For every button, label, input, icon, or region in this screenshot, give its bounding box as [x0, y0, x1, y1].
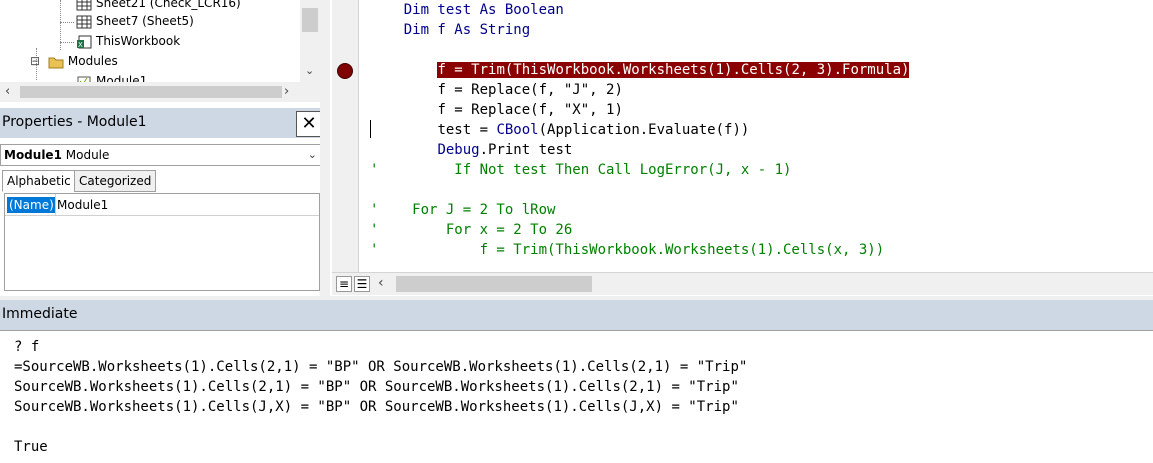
- object-name: Module1: [4, 148, 62, 162]
- code-line[interactable]: Debug.Print test: [370, 140, 572, 160]
- svg-text:X: X: [78, 41, 83, 49]
- code-line[interactable]: f = Replace(f, "J", 2): [370, 80, 623, 100]
- code-token: Dim test As Boolean: [403, 2, 564, 18]
- code-line[interactable]: Dim test As Boolean: [370, 0, 564, 20]
- immediate-line: True: [14, 439, 48, 455]
- tree-item-label: Sheet7 (Sheet5): [96, 14, 194, 28]
- code-token: ' f = Trim(ThisWorkbook.Worksheets(1).Ce…: [370, 242, 885, 258]
- chevron-down-icon[interactable]: ⌄: [305, 64, 314, 77]
- workbook-icon: X: [77, 35, 92, 49]
- code-line[interactable]: ' For J = 2 To lRow: [370, 200, 555, 220]
- tree-item-label: ThisWorkbook: [96, 34, 181, 48]
- code-line[interactable]: test = CBool(Application.Evaluate(f)): [370, 120, 749, 140]
- properties-grid: (Name) Module1: [4, 193, 320, 291]
- close-button[interactable]: ✕: [296, 111, 322, 137]
- code-line[interactable]: f = Replace(f, "X", 1): [370, 100, 623, 120]
- properties-title: Properties - Module1: [2, 114, 147, 130]
- chevron-right-icon[interactable]: ›: [284, 84, 289, 99]
- code-token: f = Replace(f, "J", 2): [437, 82, 623, 98]
- tree-item-module1[interactable]: Module1: [76, 72, 147, 82]
- chevron-down-icon[interactable]: ⌄: [308, 145, 317, 165]
- full-module-view-button[interactable]: ☰: [354, 276, 370, 292]
- object-selector[interactable]: Module1 Module ⌄: [0, 144, 322, 166]
- splitter[interactable]: [320, 0, 330, 296]
- collapse-icon[interactable]: ⊟: [30, 54, 40, 68]
- scroll-thumb[interactable]: [302, 8, 318, 32]
- tree-item-sheet7[interactable]: Sheet7 (Sheet5): [76, 12, 194, 30]
- code-token: CBool: [496, 122, 539, 138]
- code-line[interactable]: ' If Not test Then Call LogError(J, x - …: [370, 160, 791, 180]
- code-line[interactable]: Dim f As String: [370, 20, 530, 40]
- immediate-line: SourceWB.Worksheets(1).Cells(2,1) = "BP"…: [14, 379, 739, 395]
- code-line[interactable]: ' For x = 2 To 26: [370, 220, 572, 240]
- properties-title-bar: Properties - Module1 ✕: [0, 108, 325, 138]
- code-token: ' If Not test Then Call LogError(J, x - …: [370, 162, 792, 178]
- code-token: Debug: [437, 142, 480, 158]
- tree-horizontal-scrollbar[interactable]: ‹ ›: [0, 82, 320, 102]
- chevron-left-icon[interactable]: ‹: [5, 84, 10, 99]
- scroll-thumb[interactable]: [20, 86, 282, 98]
- immediate-title-bar: Immediate: [0, 300, 1153, 330]
- worksheet-icon: [76, 15, 92, 28]
- tab-alphabetic[interactable]: Alphabetic: [2, 170, 76, 192]
- scroll-thumb[interactable]: [396, 276, 592, 292]
- tree-item-sheet21[interactable]: Sheet21 (Check_LCR16): [76, 0, 241, 12]
- tree-item-label: Sheet21 (Check_LCR16): [96, 0, 241, 10]
- tree-vertical-scrollbar[interactable]: ⌄: [300, 0, 320, 82]
- breakpoint-icon[interactable]: [337, 63, 353, 79]
- code-token: test =: [437, 122, 497, 138]
- folder-icon: [48, 57, 64, 68]
- immediate-line: =SourceWB.Worksheets(1).Cells(2,1) = "BP…: [14, 359, 748, 375]
- worksheet-icon: [76, 0, 92, 10]
- code-margin[interactable]: [332, 0, 359, 272]
- immediate-line: SourceWB.Worksheets(1).Cells(J,X) = "BP"…: [14, 399, 739, 415]
- object-type: Module: [65, 148, 110, 162]
- tab-categorized[interactable]: Categorized: [74, 170, 157, 192]
- code-token: .Print test: [479, 142, 573, 158]
- chevron-left-icon[interactable]: ‹: [378, 275, 384, 291]
- code-token: ' For x = 2 To 26: [370, 222, 573, 238]
- code-token: f = Replace(f, "X", 1): [437, 102, 623, 118]
- property-name[interactable]: (Name): [7, 197, 56, 213]
- tree-item-thisworkbook[interactable]: X ThisWorkbook: [76, 32, 180, 50]
- procedure-view-button[interactable]: ≡: [336, 276, 352, 292]
- property-value[interactable]: Module1: [57, 197, 108, 213]
- code-token: Dim f As String: [403, 22, 531, 38]
- immediate-title: Immediate: [2, 306, 78, 322]
- module-icon: [77, 76, 91, 82]
- properties-tabs: Alphabetic Categorized: [0, 170, 325, 192]
- code-line[interactable]: ' f = Trim(ThisWorkbook.Worksheets(1).Ce…: [370, 240, 884, 260]
- immediate-window[interactable]: ? f =SourceWB.Worksheets(1).Cells(2,1) = …: [0, 330, 1153, 463]
- code-token: (Application.Evaluate(f)): [538, 122, 750, 138]
- project-tree[interactable]: Sheet21 (Check_LCR16) Sheet7 (Sheet5) X T…: [0, 0, 320, 82]
- tree-item-label: Module1: [96, 74, 148, 82]
- immediate-line: ? f: [14, 339, 40, 355]
- tree-item-modules[interactable]: ⊟ Modules: [30, 52, 118, 70]
- code-token: f = Trim(ThisWorkbook.Worksheets(1).Cell…: [437, 62, 910, 78]
- tree-item-label: Modules: [67, 54, 118, 68]
- code-token: ' For J = 2 To lRow: [370, 202, 556, 218]
- code-line[interactable]: f = Trim(ThisWorkbook.Worksheets(1).Cell…: [370, 60, 910, 80]
- code-horizontal-scrollbar[interactable]: ≡ ☰ ‹: [332, 272, 1153, 295]
